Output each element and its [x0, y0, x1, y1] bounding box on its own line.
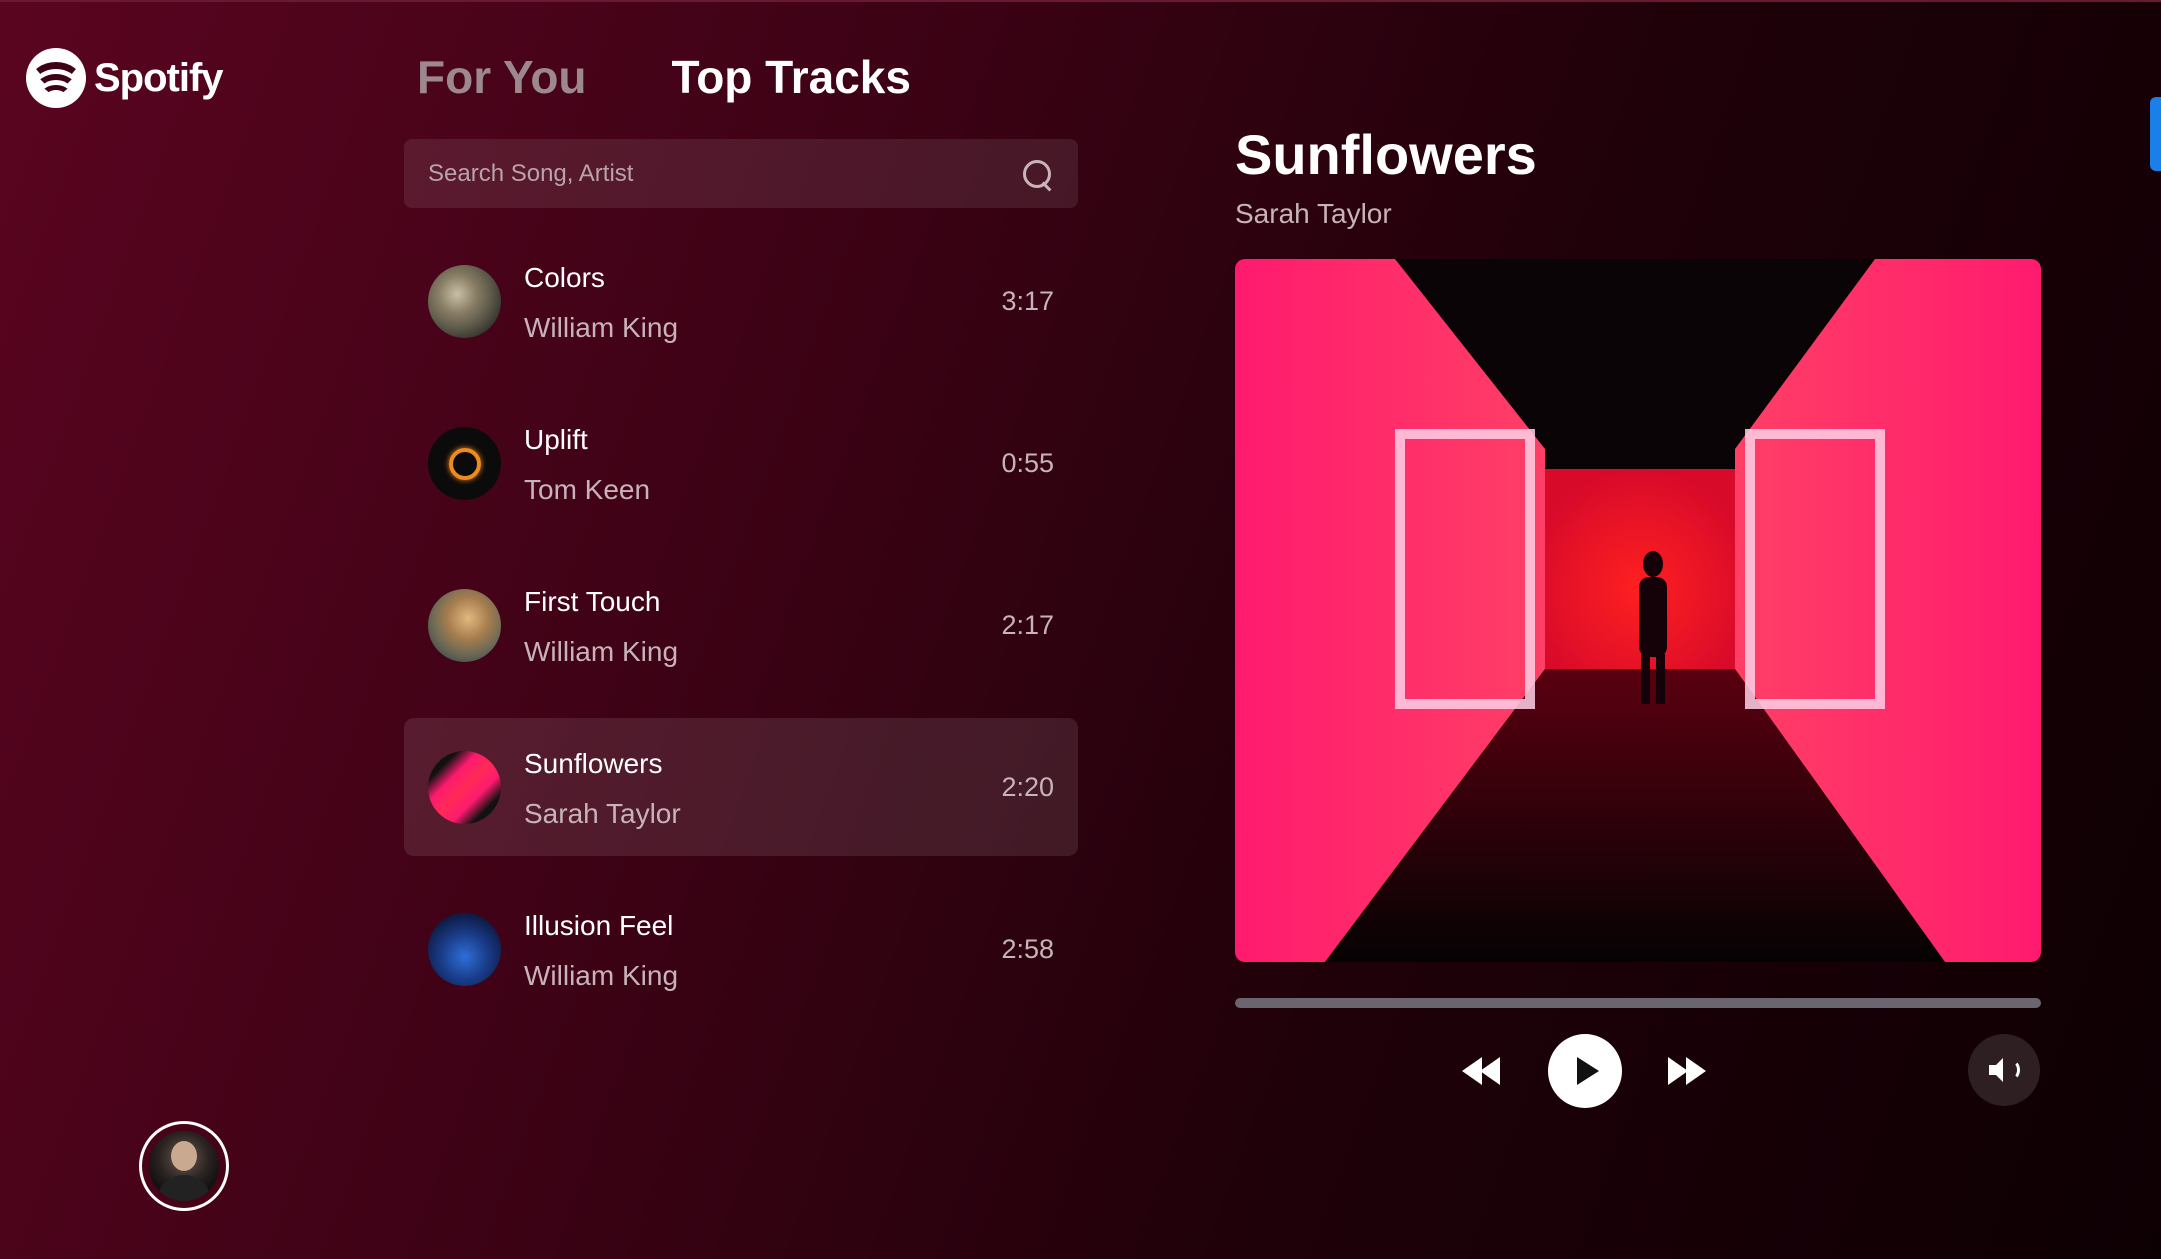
track-artist: William King [524, 960, 679, 991]
search-bar [404, 139, 1078, 208]
play-icon [1577, 1057, 1599, 1085]
track-item[interactable]: Uplift Tom Keen 0:55 [404, 394, 1078, 532]
spotify-logo[interactable]: Spotify [26, 48, 224, 108]
track-duration: 2:17 [1001, 610, 1054, 640]
track-duration: 0:55 [1001, 448, 1054, 478]
play-button[interactable] [1548, 1034, 1622, 1108]
track-artwork [428, 913, 501, 986]
search-icon[interactable] [1020, 157, 1054, 191]
top-border [0, 0, 2161, 2]
now-playing-artist: Sarah Taylor [1235, 198, 1392, 229]
avatar-image [149, 1131, 219, 1201]
track-artwork [428, 589, 501, 662]
track-duration: 3:17 [1001, 286, 1054, 316]
playback-controls [1460, 1034, 1710, 1108]
side-tab[interactable] [2150, 97, 2161, 171]
track-title: Sunflowers [524, 748, 663, 779]
rewind-icon[interactable] [1460, 1053, 1508, 1089]
track-artwork [428, 265, 501, 338]
track-item[interactable]: Colors William King 3:17 [404, 232, 1078, 370]
track-artist: William King [524, 636, 679, 667]
brand-name: Spotify [94, 55, 224, 100]
tab-bar: For You Top Tracks [417, 50, 911, 104]
track-artwork [428, 751, 501, 824]
track-item-selected[interactable]: Sunflowers Sarah Taylor 2:20 [404, 718, 1078, 856]
track-list: Colors William King 3:17 Uplift Tom Keen… [404, 232, 1078, 1042]
track-duration: 2:58 [1001, 934, 1054, 964]
track-artwork [428, 427, 501, 500]
track-artist: Tom Keen [524, 474, 651, 505]
track-item[interactable]: Illusion Feel William King 2:58 [404, 880, 1078, 1018]
track-artist: William King [524, 312, 679, 343]
user-avatar[interactable] [139, 1121, 229, 1211]
album-cover-art [1235, 259, 2041, 962]
track-title: Illusion Feel [524, 910, 674, 941]
tab-top-tracks[interactable]: Top Tracks [672, 50, 911, 104]
volume-button[interactable] [1968, 1034, 2040, 1106]
track-title: Colors [524, 262, 605, 293]
album-cover [1235, 259, 2041, 962]
track-duration: 2:20 [1001, 772, 1054, 802]
track-item[interactable]: First Touch William King 2:17 [404, 556, 1078, 694]
track-title: First Touch [524, 586, 661, 617]
fast-forward-icon[interactable] [1662, 1053, 1710, 1089]
playback-progress-bar[interactable] [1235, 998, 2041, 1008]
search-input[interactable] [428, 159, 1020, 188]
volume-icon [1987, 1056, 2021, 1084]
tab-for-you[interactable]: For You [417, 50, 587, 104]
track-artist: Sarah Taylor [524, 798, 681, 829]
now-playing-title: Sunflowers [1235, 123, 1537, 186]
track-title: Uplift [524, 424, 588, 455]
spotify-icon [26, 48, 86, 108]
